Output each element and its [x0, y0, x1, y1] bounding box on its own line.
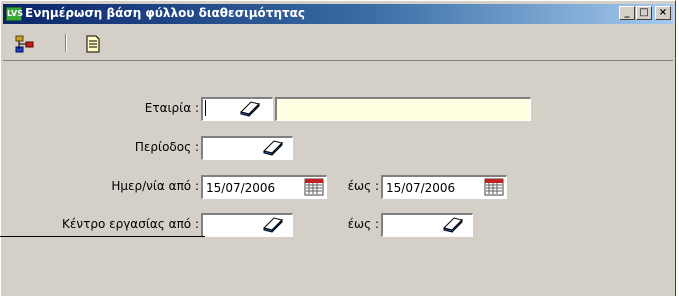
maximize-button[interactable]: □ — [636, 6, 652, 20]
work-center-to-lookup-icon[interactable] — [441, 215, 465, 235]
app-icon: LVS — [6, 7, 23, 21]
calendar-icon[interactable] — [304, 178, 324, 196]
company-lookup-icon[interactable] — [238, 99, 262, 119]
date-to-label: έως : — [347, 179, 379, 193]
window-title: Ενημέρωση βάση φύλλου διαθεσιμότητας — [25, 6, 306, 20]
company-name-input[interactable] — [275, 97, 531, 121]
document-icon[interactable] — [83, 34, 103, 54]
company-label: Εταιρία : — [144, 101, 199, 115]
company-code-input[interactable] — [201, 97, 273, 121]
work-center-to-label: έως : — [347, 217, 379, 231]
close-button[interactable]: × — [655, 6, 671, 20]
work-center-from-label: Κέντρο εργασίας από : — [62, 217, 199, 231]
tree-icon[interactable] — [15, 34, 35, 54]
period-lookup-icon[interactable] — [261, 138, 285, 158]
toolbar-separator — [65, 34, 67, 52]
title-bar[interactable]: LVS Ενημέρωση βάση φύλλου διαθεσιμότητας… — [3, 4, 673, 24]
date-from-label: Ημερ/νία από : — [111, 179, 199, 193]
background-line — [0, 236, 205, 237]
dialog-window: LVS Ενημέρωση βάση φύλλου διαθεσιμότητας… — [0, 0, 676, 296]
work-center-from-lookup-icon[interactable] — [261, 215, 285, 235]
calendar-icon[interactable] — [484, 178, 504, 196]
text-cursor — [205, 100, 206, 116]
minimize-button[interactable]: _ — [619, 6, 635, 20]
period-label: Περίοδος : — [134, 140, 199, 154]
toolbar — [3, 26, 673, 61]
